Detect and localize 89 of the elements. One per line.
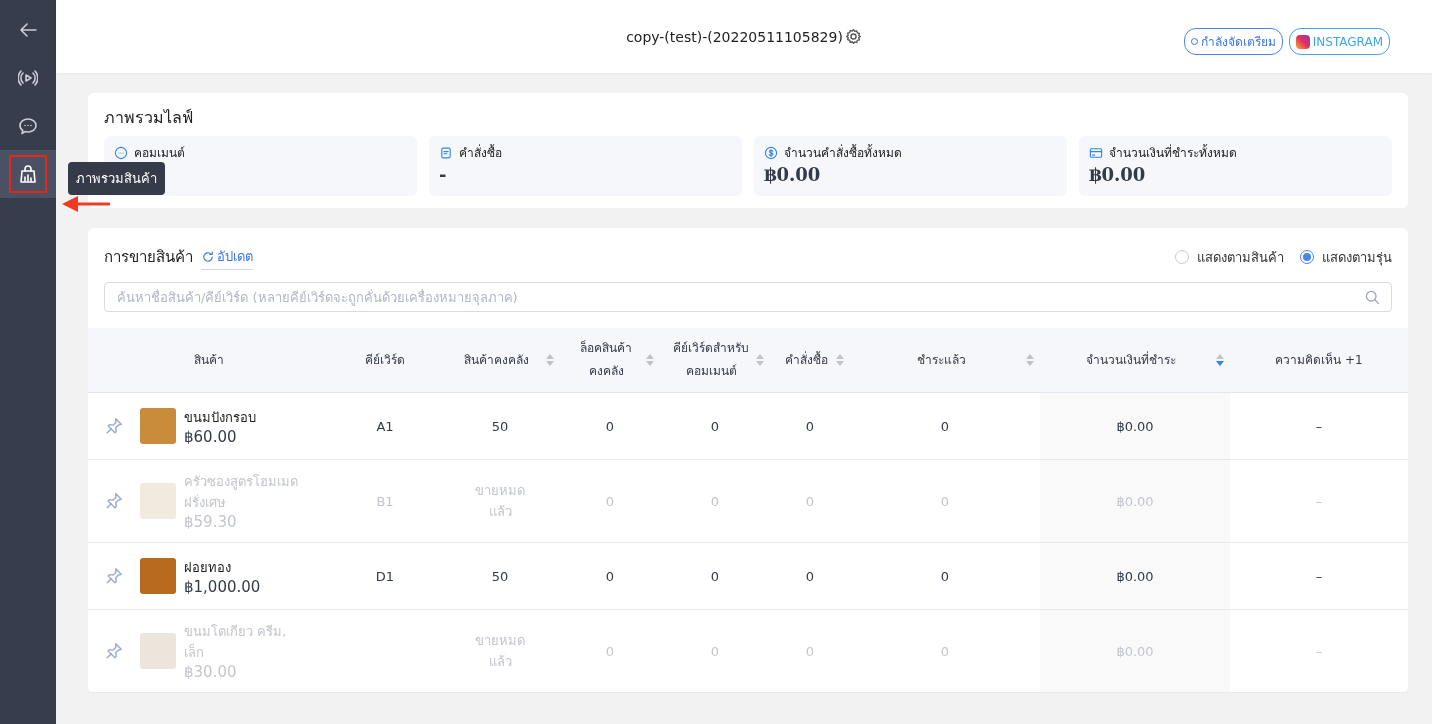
back-arrow-icon <box>18 20 38 40</box>
pin-icon[interactable] <box>105 417 123 435</box>
settings-icon[interactable] <box>844 28 862 45</box>
table-cell: 0 <box>940 643 950 659</box>
table-cell: – <box>1315 418 1323 434</box>
sort-icon[interactable] <box>646 354 654 366</box>
camera-logo-icon <box>1295 34 1310 49</box>
stat-label: คอมเมนต์ <box>134 145 185 162</box>
product-price: ฿30.00 <box>184 663 238 681</box>
table-cell-text: ขายหมด แล้ว <box>474 632 526 671</box>
product-name: ครัวซองสูตรโฮมเมด ฝรั่งเศษ <box>184 473 299 512</box>
stat-label: คำสั่งซื้อ <box>459 143 502 162</box>
view-option[interactable]: แสดงตามรุ่น <box>1300 246 1392 268</box>
highlight-frame <box>9 155 47 193</box>
table-cell: 0 <box>710 568 720 584</box>
table-cell: 0 <box>710 493 720 509</box>
broadcast-icon <box>18 68 38 88</box>
stat-label: จำนวนคำสั่งซื้อทั้งหมด <box>784 143 902 162</box>
product-photo <box>140 633 176 669</box>
shopping-bag-chart-icon <box>18 164 38 184</box>
column-header: จำนวนเงินที่ชำระ <box>1085 350 1177 369</box>
table-cell: 0 <box>940 568 950 584</box>
refresh-icon <box>201 249 215 264</box>
sort-icon[interactable] <box>836 354 844 366</box>
table-cell: ฿0.00 <box>1116 568 1154 584</box>
product-name: ฝอยทอง <box>184 558 232 577</box>
product-name: ขนมโตเกียว ครีม, เล็ก <box>184 623 288 662</box>
table-cell: 0 <box>805 568 815 584</box>
table-cell: – <box>1315 493 1323 509</box>
table-cell: 0 <box>605 643 615 659</box>
column-header: คีย์เวิร์ดสำหรับ คอมเมนต์ <box>672 340 750 380</box>
chat-bubble-icon <box>114 145 128 160</box>
product-price: ฿60.00 <box>184 427 238 446</box>
product-photo <box>140 483 176 519</box>
table-cell: 0 <box>605 418 615 434</box>
tooltip: ภาพรวมสินค้า <box>68 162 165 195</box>
table-cell: 0 <box>605 568 615 584</box>
dollar-coin-icon <box>764 145 778 160</box>
table-cell: 0 <box>940 493 950 509</box>
column-header: สินค้าคงคลัง <box>462 351 530 369</box>
product-name: ขนมปังกรอบ <box>184 408 257 427</box>
credit-card-icon <box>1089 145 1103 160</box>
column-header: ชำระแล้ว <box>915 351 967 369</box>
table-cell: A1 <box>376 418 394 434</box>
refresh-link[interactable]: อัปเดต <box>201 244 253 270</box>
table-cell: 0 <box>805 418 815 434</box>
product-price: ฿59.30 <box>184 513 238 531</box>
column-header: ล็อคสินค้า คงคลัง <box>579 339 633 380</box>
table-cell: 0 <box>805 493 815 509</box>
search-icon <box>1364 289 1380 305</box>
live-title: copy-(test)-(20220511105829) <box>626 28 843 45</box>
table-cell: 0 <box>710 643 720 659</box>
stat-value: ฿0.00 <box>764 164 822 185</box>
chat-bubble-icon <box>18 116 38 136</box>
column-header: คำสั่งซื้อ <box>783 350 829 369</box>
column-header: คีย์เวิร์ด <box>364 351 406 369</box>
product-photo <box>140 408 176 444</box>
table-cell: D1 <box>375 568 395 584</box>
pointer-arrow <box>60 194 112 212</box>
column-header: สินค้า <box>193 351 225 369</box>
product-photo <box>140 558 176 594</box>
column-header: ความคิดเห็น +1 <box>1274 351 1364 369</box>
product-price: ฿1,000.00 <box>184 577 262 596</box>
table-cell: 0 <box>710 418 720 434</box>
pin-icon[interactable] <box>105 567 123 585</box>
stat-label: จำนวนเงินที่ชำระทั้งหมด <box>1109 143 1237 162</box>
table-cell: B1 <box>376 493 394 509</box>
sort-icon[interactable] <box>756 354 764 366</box>
section-title: ภาพรวมไลฟ์ <box>104 107 194 129</box>
platform-badge: INSTAGRAM <box>1288 28 1390 55</box>
table-cell: – <box>1315 643 1323 659</box>
table-cell: ฿0.00 <box>1116 418 1154 434</box>
document-icon <box>439 145 453 160</box>
table-cell-text: 50 <box>490 418 510 434</box>
sort-icon[interactable] <box>1026 354 1034 366</box>
section-title: การขายสินค้า <box>104 247 193 268</box>
table-cell-text: ขายหมด แล้ว <box>474 482 526 521</box>
sort-icon[interactable] <box>1216 354 1224 366</box>
table-cell: – <box>1315 568 1323 584</box>
search-field[interactable]: ค้นหาชื่อสินค้า/คีย์เวิร์ด (หลายคีย์เวิร์ดจะถูกคั่นด้วยเครื่องหมายจุลภาค) <box>104 282 1392 312</box>
stat-value: ฿0.00 <box>1089 164 1147 185</box>
table-cell: 0 <box>605 493 615 509</box>
table-cell: 0 <box>805 643 815 659</box>
status-badge: กำลังจัดเตรียม <box>1183 28 1283 55</box>
table-cell: 0 <box>940 418 950 434</box>
sort-icon[interactable] <box>546 354 554 366</box>
table-cell-text: 50 <box>490 568 510 584</box>
stat-value: - <box>439 164 448 185</box>
view-option[interactable]: แสดงตามสินค้า <box>1175 246 1284 268</box>
